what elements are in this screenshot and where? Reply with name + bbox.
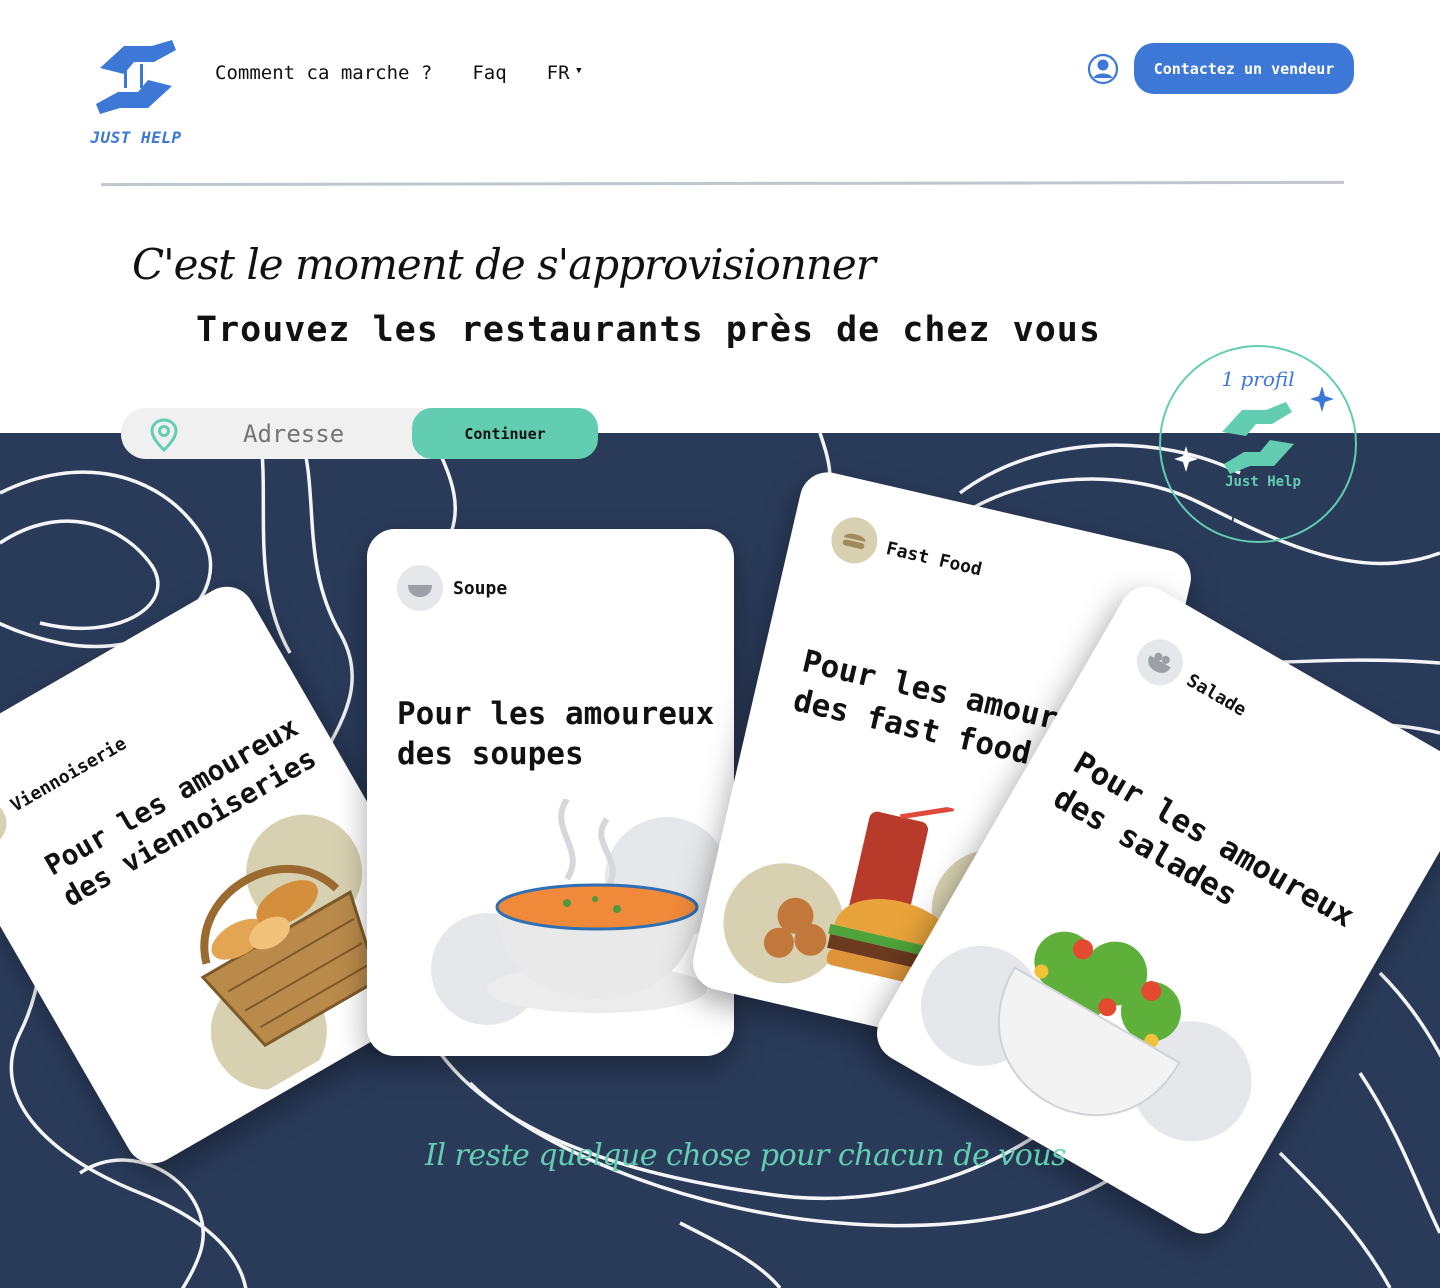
soup-illustration: [431, 799, 727, 1025]
nav-how-it-works[interactable]: Comment ca marche ?: [215, 62, 432, 84]
hero-footer-text: Il reste quelque chose pour chacun de vo…: [425, 1138, 1067, 1173]
address-input[interactable]: [241, 416, 415, 452]
brand-logo[interactable]: JUST HELP: [88, 38, 184, 147]
contact-seller-button[interactable]: Contactez un vendeur: [1134, 43, 1354, 94]
continue-button[interactable]: Continuer: [412, 408, 598, 459]
location-pin-icon: [150, 418, 178, 452]
language-selector[interactable]: FR ▼: [547, 62, 582, 84]
category-card-soupe[interactable]: Soupe Pour les amoureux des soupes: [367, 529, 734, 1056]
caret-down-icon: ▼: [576, 66, 582, 76]
burger-icon: [826, 512, 882, 568]
hero-headline: Trouvez les restaurants près de chez vou…: [196, 310, 1101, 350]
card-category-label: Salade: [1183, 669, 1251, 721]
nav-faq[interactable]: Faq: [472, 62, 506, 84]
card-category: Soupe: [397, 565, 507, 611]
hero-tagline: C'est le moment de s'approvisionner: [132, 240, 876, 289]
user-account-icon[interactable]: [1087, 53, 1119, 85]
stamp-top-text: 1 profil: [1221, 367, 1294, 391]
main-nav: Comment ca marche ? Faq FR ▼: [215, 62, 582, 84]
profile-stamp: 1 profil Just Help 1 aide: [1159, 345, 1357, 543]
card-category-label: Soupe: [453, 577, 508, 599]
card-title: Pour les amoureux des soupes: [397, 694, 714, 774]
helping-hands-icon: [96, 40, 176, 114]
stamp-middle-text: Just Help: [1225, 474, 1301, 490]
site-header: JUST HELP Comment ca marche ? Faq FR ▼ C…: [0, 0, 1440, 190]
address-search: Continuer: [121, 408, 598, 459]
soup-bowl-icon: [397, 565, 443, 611]
card-title-line: Pour les amoureux: [397, 696, 715, 732]
card-category: Fast Food: [826, 512, 987, 592]
logo-text: JUST HELP: [90, 128, 182, 147]
sparkle-icon: [1310, 386, 1334, 412]
card-title-line: des soupes: [397, 736, 584, 772]
header-divider: [100, 180, 1345, 187]
salad-icon: [1128, 630, 1192, 694]
language-label: FR: [546, 62, 570, 84]
card-category-label: Fast Food: [884, 537, 984, 581]
stamp-bottom-text: 1 aide: [1227, 505, 1289, 529]
card-category: Salade: [1128, 630, 1256, 731]
card-category-label: Viennoiserie: [6, 732, 130, 816]
sparkle-icon: [1174, 446, 1198, 472]
